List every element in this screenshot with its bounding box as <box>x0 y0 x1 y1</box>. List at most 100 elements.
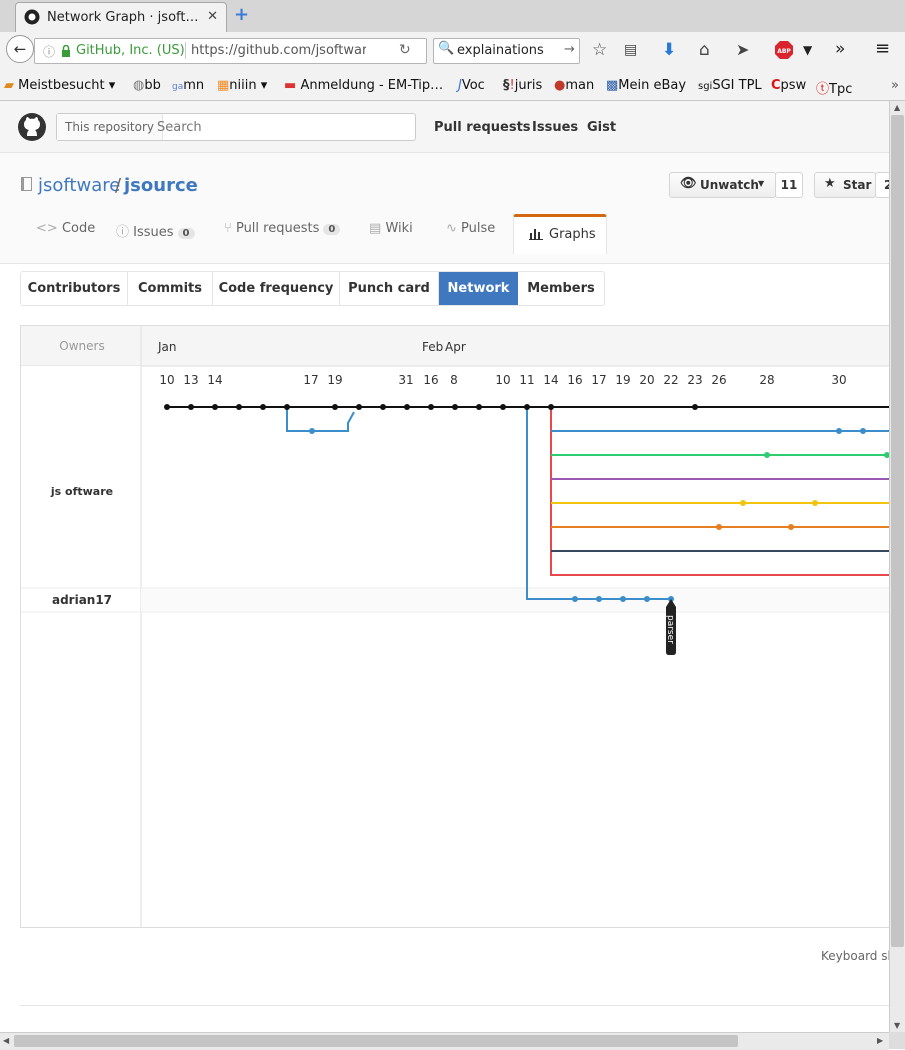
bookmark-ebay[interactable]: ▩Mein eBay <box>606 78 686 93</box>
bookmark-meistbesucht[interactable]: ▰ Meistbesucht ▾ <box>4 78 115 93</box>
scroll-left-arrow-icon[interactable]: ◀ <box>3 1036 9 1045</box>
bookmark-voc[interactable]: JVoc <box>458 78 485 93</box>
tab-graphs[interactable]: Graphs <box>513 214 607 254</box>
adblock-icon[interactable]: ABP <box>775 41 793 59</box>
bookmark-star-icon[interactable]: ☆ <box>592 40 607 60</box>
bookmark-bb[interactable]: ◍bb <box>133 78 161 93</box>
hamburger-menu-icon[interactable]: ≡ <box>875 38 890 59</box>
unwatch-button[interactable]: 👁 Unwatch ▼ <box>669 172 776 198</box>
commit-dot[interactable] <box>380 404 386 410</box>
vertical-scroll-thumb[interactable] <box>891 115 904 947</box>
repo-search-input[interactable] <box>155 117 409 137</box>
repo-search-field[interactable]: This repository <box>56 113 416 141</box>
commit-dot[interactable] <box>548 404 554 410</box>
send-icon[interactable]: ➤ <box>736 40 749 59</box>
bookmark-anmeldung[interactable]: ▬ Anmeldung - EM-Tip… <box>284 78 443 93</box>
bookmark-man[interactable]: ●man <box>554 78 594 93</box>
header-link-issues[interactable]: Issues <box>532 120 578 135</box>
bookmark-sgi-tpl[interactable]: sgiSGI TPL <box>698 78 762 93</box>
lock-icon <box>62 45 70 57</box>
adblock-menu-icon[interactable]: ▼ <box>803 43 812 57</box>
new-tab-icon[interactable]: + <box>234 4 249 25</box>
subnav-contributors[interactable]: Contributors <box>21 272 128 305</box>
commit-dot[interactable] <box>164 404 170 410</box>
commit-dot[interactable] <box>692 404 698 410</box>
search-go-icon[interactable]: → <box>564 42 575 57</box>
commit-dot[interactable] <box>476 404 482 410</box>
url-bar[interactable]: ⓘ GitHub, Inc. (US) https://github.com/j… <box>34 38 427 64</box>
commit-dot[interactable] <box>620 596 626 602</box>
tab-issues[interactable]: ⓘ Issues 0 <box>116 221 195 240</box>
url-text[interactable]: https://github.com/jsoftware <box>191 43 366 58</box>
star-button[interactable]: ★ Star <box>814 172 876 198</box>
commit-dot[interactable] <box>428 404 434 410</box>
vertical-scrollbar[interactable]: ▲ ▼ <box>889 101 905 1032</box>
commit-dot[interactable] <box>572 596 578 602</box>
close-tab-icon[interactable]: ✕ <box>207 9 218 24</box>
commit-dot[interactable] <box>860 428 866 434</box>
scroll-down-arrow-icon[interactable]: ▼ <box>894 1021 900 1030</box>
browser-search-box[interactable]: 🔍 explainations → <box>433 38 580 64</box>
commit-dot[interactable] <box>812 500 818 506</box>
horizontal-scrollbar[interactable]: ◀ ▶ <box>0 1032 889 1050</box>
commit-dot[interactable] <box>212 404 218 410</box>
commit-dot[interactable] <box>524 404 530 410</box>
header-link-pull-requests[interactable]: Pull requests <box>434 120 531 135</box>
subnav-members[interactable]: Members <box>518 272 604 305</box>
tab-pulse[interactable]: ∿ Pulse <box>446 221 495 236</box>
commit-dot[interactable] <box>788 524 794 530</box>
reload-icon[interactable]: ↻ <box>399 42 411 58</box>
home-icon[interactable]: ⌂ <box>699 40 710 60</box>
browser-search-value[interactable]: explainations <box>457 43 544 58</box>
header-link-gist[interactable]: Gist <box>587 120 616 135</box>
scroll-right-arrow-icon[interactable]: ▶ <box>877 1036 883 1045</box>
commit-dot[interactable] <box>740 500 746 506</box>
bookmark-tpc[interactable]: ⓣTpc <box>816 78 852 97</box>
commit-dot[interactable] <box>309 428 315 434</box>
tab-wiki[interactable]: ▤ Wiki <box>369 221 413 236</box>
bookmark-juris[interactable]: §!juris <box>503 78 542 93</box>
browser-tab[interactable]: Network Graph · jsoft… ✕ <box>15 2 227 33</box>
commit-dot[interactable] <box>260 404 266 410</box>
subnav-commits[interactable]: Commits <box>128 272 213 305</box>
commit-dot[interactable] <box>404 404 410 410</box>
subnav-network[interactable]: Network <box>439 272 518 305</box>
bookmarks-overflow-icon[interactable]: » <box>891 78 899 93</box>
owner-label-jsoftware: js oftware <box>50 485 113 498</box>
bookmark-psw[interactable]: Cpsw <box>771 78 806 93</box>
commit-dot[interactable] <box>644 596 650 602</box>
commit-dot[interactable] <box>356 404 362 410</box>
horizontal-scroll-thumb[interactable] <box>14 1035 738 1047</box>
watchers-count[interactable]: 11 <box>775 172 803 198</box>
scroll-up-arrow-icon[interactable]: ▲ <box>894 103 900 112</box>
bookmark-niiin[interactable]: ▦niiin ▾ <box>217 78 267 93</box>
reading-list-icon[interactable]: ▤ <box>624 42 637 58</box>
commit-dot[interactable] <box>284 404 290 410</box>
commit-dot[interactable] <box>500 404 506 410</box>
tab-pull-requests[interactable]: ⑂ Pull requests 0 <box>224 221 341 236</box>
github-logo-icon[interactable] <box>18 113 46 141</box>
commit-dot[interactable] <box>716 524 722 530</box>
commit-dot[interactable] <box>836 428 842 434</box>
commit-dot[interactable] <box>236 404 242 410</box>
commit-dot[interactable] <box>596 596 602 602</box>
commit-dot[interactable] <box>188 404 194 410</box>
commit-dot[interactable] <box>332 404 338 410</box>
tab-code[interactable]: <> Code <box>36 221 95 236</box>
subnav-code-frequency[interactable]: Code frequency <box>213 272 340 305</box>
subnav-punch-card[interactable]: Punch card <box>340 272 439 305</box>
commit-dot[interactable] <box>452 404 458 410</box>
branch-tag-parser[interactable]: parser <box>665 599 676 655</box>
keyboard-shortcuts-link[interactable]: Keyboard sh <box>821 949 889 963</box>
overflow-icon[interactable]: » <box>835 39 845 59</box>
stargazers-count[interactable]: 2 <box>875 172 889 198</box>
back-button[interactable]: ← <box>6 35 34 63</box>
search-engine-icon[interactable]: 🔍 <box>438 41 454 56</box>
repo-name-link[interactable]: jsource <box>124 175 198 196</box>
downloads-icon[interactable]: ⬇ <box>662 40 676 60</box>
info-icon[interactable]: ⓘ <box>43 43 55 60</box>
commit-dot[interactable] <box>764 452 770 458</box>
day-label: 16 <box>423 373 438 387</box>
bookmark-mn[interactable]: gamn <box>172 78 204 93</box>
repo-owner-link[interactable]: jsoftware <box>38 175 120 196</box>
